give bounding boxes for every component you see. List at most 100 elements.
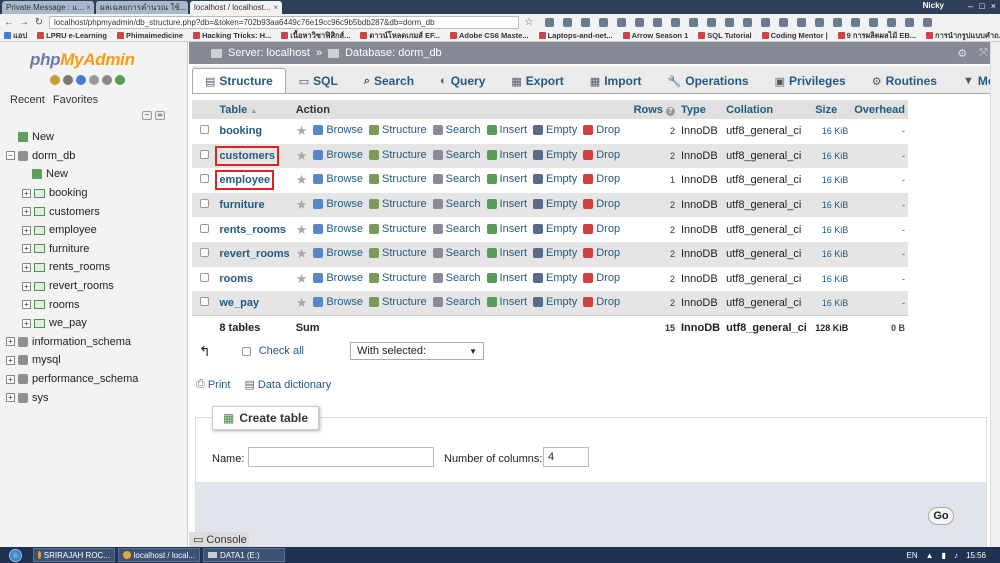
empty-action[interactable]: Empty xyxy=(533,198,577,210)
expand-icon[interactable]: + xyxy=(22,300,31,310)
tab-import[interactable]: ▦ Import xyxy=(577,68,655,93)
browser-user[interactable]: Nicky xyxy=(923,1,944,10)
bookmark-item[interactable]: เนื้อหาวิชาฟิสิกส์... xyxy=(281,30,350,41)
help-icon[interactable]: ? xyxy=(665,106,675,116)
drop-action[interactable]: Drop xyxy=(583,149,620,161)
go-button[interactable]: Go xyxy=(928,507,954,525)
tray-arrow-icon[interactable]: ▲ xyxy=(926,551,934,560)
header-table[interactable]: Table ▲ xyxy=(216,100,293,119)
table-name-link[interactable]: rooms xyxy=(219,273,253,285)
breadcrumb-server[interactable]: Server: localhost xyxy=(228,47,310,59)
insert-action[interactable]: Insert xyxy=(486,223,527,235)
address-bar[interactable]: localhost/phpmyadmin/db_structure.php?db… xyxy=(49,15,519,29)
table-name-link[interactable]: employee xyxy=(215,170,275,191)
tab-structure[interactable]: ▤ Structure xyxy=(192,68,286,93)
help-icon[interactable] xyxy=(76,75,86,85)
extension-icon[interactable] xyxy=(743,17,752,27)
size-cell[interactable]: 16 KiB xyxy=(812,192,852,218)
extension-icon[interactable] xyxy=(545,17,554,27)
tab-query[interactable]: ◐ Query xyxy=(427,68,498,93)
insert-action[interactable]: Insert xyxy=(486,149,527,161)
extension-icon[interactable] xyxy=(707,17,716,27)
tab-favorites[interactable]: Favorites xyxy=(53,94,98,106)
close-icon[interactable]: × xyxy=(86,3,91,12)
tab-recent[interactable]: Recent xyxy=(10,94,45,106)
browse-action[interactable]: Browse xyxy=(313,223,363,235)
row-checkbox[interactable] xyxy=(200,125,209,135)
taskbar-item[interactable]: SRIRAJAH ROC... xyxy=(33,548,115,562)
gear-icon[interactable]: ⚙ xyxy=(957,47,967,60)
browser-tab[interactable]: ผลเฉลยการคำนวณ ใช้...× xyxy=(96,1,188,14)
bookmark-item[interactable]: แอป xyxy=(4,30,27,41)
bookmark-item[interactable]: การนำกรูปแบบคำถ... xyxy=(926,30,1000,41)
extension-icon[interactable] xyxy=(833,17,842,27)
header-collation[interactable]: Collation xyxy=(723,100,813,119)
tree-table-revert_rooms[interactable]: + revert_rooms xyxy=(6,277,186,296)
insert-action[interactable]: Insert xyxy=(486,296,527,308)
row-checkbox[interactable] xyxy=(200,248,209,258)
reload-icon[interactable]: ↻ xyxy=(34,17,44,28)
table-name-link[interactable]: rents_rooms xyxy=(219,224,286,236)
tree-new-table[interactable]: New xyxy=(6,165,186,184)
browse-action[interactable]: Browse xyxy=(313,149,363,161)
insert-action[interactable]: Insert xyxy=(486,247,527,259)
with-selected-dropdown[interactable]: With selected: ▼ xyxy=(349,342,484,360)
empty-action[interactable]: Empty xyxy=(533,173,577,185)
size-cell[interactable]: 16 KiB xyxy=(812,217,852,242)
browse-action[interactable]: Browse xyxy=(313,173,363,185)
header-rows[interactable]: Rows ? xyxy=(629,100,678,119)
settings-icon[interactable] xyxy=(102,75,112,85)
bookmark-item[interactable]: LPRU e-Learning xyxy=(37,31,107,40)
extension-icon[interactable] xyxy=(797,17,806,27)
tree-table-rooms[interactable]: + rooms xyxy=(6,295,186,314)
insert-action[interactable]: Insert xyxy=(486,198,527,210)
tree-table-employee[interactable]: + employee xyxy=(6,221,186,240)
bookmark-item[interactable]: Laptops-and-net... xyxy=(538,31,613,40)
browse-action[interactable]: Browse xyxy=(313,198,363,210)
start-button[interactable] xyxy=(0,547,30,563)
search-action[interactable]: Search xyxy=(432,223,481,235)
size-cell[interactable]: 16 KiB xyxy=(812,291,852,316)
breadcrumb-database[interactable]: Database: dorm_db xyxy=(345,47,442,59)
search-action[interactable]: Search xyxy=(432,272,481,284)
row-checkbox[interactable] xyxy=(200,223,209,233)
structure-action[interactable]: Structure xyxy=(369,198,427,210)
bookmark-item[interactable]: Adobe CS6 Maste... xyxy=(449,31,529,40)
empty-action[interactable]: Empty xyxy=(533,124,577,136)
search-action[interactable]: Search xyxy=(432,296,481,308)
search-action[interactable]: Search xyxy=(432,198,481,210)
tree-table-rents_rooms[interactable]: + rents_rooms xyxy=(6,258,186,277)
favorite-star-icon[interactable]: ★ xyxy=(296,295,308,310)
insert-action[interactable]: Insert xyxy=(486,272,527,284)
extension-icon[interactable] xyxy=(563,17,572,27)
size-cell[interactable]: 16 KiB xyxy=(812,168,852,193)
size-cell[interactable]: 16 KiB xyxy=(812,241,852,267)
empty-action[interactable]: Empty xyxy=(533,223,577,235)
row-checkbox[interactable] xyxy=(200,199,209,209)
table-name-link[interactable]: customers xyxy=(215,145,279,166)
search-action[interactable]: Search xyxy=(432,247,481,259)
collapse-all-icon[interactable]: − xyxy=(142,111,152,120)
extension-icon[interactable] xyxy=(653,17,662,27)
empty-action[interactable]: Empty xyxy=(533,272,577,284)
bookmark-star-icon[interactable]: ☆ xyxy=(524,17,534,28)
empty-action[interactable]: Empty xyxy=(533,149,577,161)
expand-icon[interactable]: + xyxy=(6,337,15,347)
table-name-link[interactable]: booking xyxy=(219,125,262,137)
extension-icon[interactable] xyxy=(815,17,824,27)
language-indicator[interactable]: EN xyxy=(907,551,918,560)
volume-icon[interactable]: ♪ xyxy=(954,551,958,560)
table-name-link[interactable]: furniture xyxy=(219,199,264,211)
link-icon[interactable]: ∞ xyxy=(155,111,165,120)
expand-icon[interactable]: + xyxy=(6,355,15,365)
bookmark-item[interactable]: Phimaimedicine xyxy=(116,31,183,40)
minimize-icon[interactable]: – xyxy=(968,1,973,11)
extension-icon[interactable] xyxy=(635,17,644,27)
expand-icon[interactable]: + xyxy=(22,244,31,254)
extension-icon[interactable] xyxy=(869,17,878,27)
row-checkbox[interactable] xyxy=(200,174,209,184)
tree-table-we_pay[interactable]: + we_pay xyxy=(6,314,186,333)
tree-db-performance_schema[interactable]: + performance_schema xyxy=(6,370,186,389)
favorite-star-icon[interactable]: ★ xyxy=(296,123,308,138)
expand-icon[interactable]: + xyxy=(22,188,31,198)
